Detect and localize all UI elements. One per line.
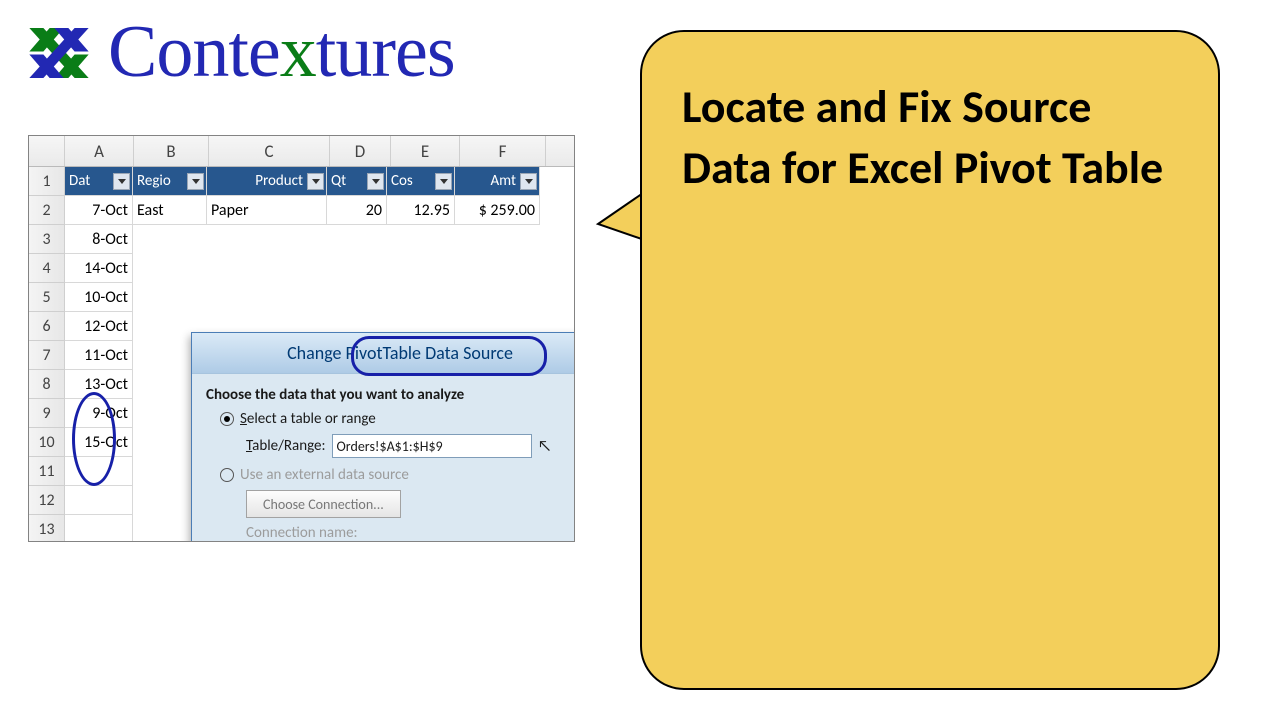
header-cell[interactable]: Cos xyxy=(387,167,455,196)
col-letter[interactable]: D xyxy=(330,136,391,166)
header-cell[interactable]: Amt xyxy=(455,167,540,196)
cell[interactable]: 7-Oct xyxy=(65,196,133,225)
cell[interactable]: 12.95 xyxy=(387,196,455,225)
cell[interactable]: $ 259.00 xyxy=(455,196,540,225)
cell[interactable]: 13-Oct xyxy=(65,370,133,399)
header-cell[interactable]: Qt xyxy=(327,167,387,196)
cell[interactable] xyxy=(65,515,133,542)
row-number[interactable]: 1 xyxy=(29,167,65,196)
dialog-title: Change PivotTable Data Source xyxy=(192,333,575,374)
select-all-cell[interactable] xyxy=(29,136,65,166)
table-row: 414-Oct xyxy=(29,254,574,283)
table-range-label: Table/Range: xyxy=(246,437,326,455)
table-row: 2 7-Oct East Paper 20 12.95 $ 259.00 xyxy=(29,196,574,225)
col-letter[interactable]: C xyxy=(209,136,330,166)
row-number[interactable]: 5 xyxy=(29,283,65,312)
header-cell[interactable]: Dat xyxy=(65,167,133,196)
option-select-range[interactable]: SSelect a table or rangeelect a table or… xyxy=(220,410,575,428)
row-number[interactable]: 2 xyxy=(29,196,65,225)
dialog-prompt: Choose the data that you want to analyze xyxy=(206,386,575,404)
cell[interactable]: Paper xyxy=(207,196,327,225)
option-external-source: Use an external data source xyxy=(220,466,575,484)
header-cell[interactable]: Regio xyxy=(133,167,207,196)
row-number[interactable]: 3 xyxy=(29,225,65,254)
option-label: Use an external data source xyxy=(240,466,409,484)
filter-dropdown-icon[interactable] xyxy=(435,173,452,190)
cell[interactable] xyxy=(65,486,133,515)
table-header-row: 1 Dat Regio Product Qt Cos Amt xyxy=(29,167,574,196)
row-number[interactable]: 7 xyxy=(29,341,65,370)
callout-text: Locate and Fix Source Data for Excel Piv… xyxy=(682,77,1178,198)
cell[interactable]: 10-Oct xyxy=(65,283,133,312)
filter-dropdown-icon[interactable] xyxy=(520,173,537,190)
connection-name-label: Connection name: xyxy=(246,524,575,542)
filter-dropdown-icon[interactable] xyxy=(367,173,384,190)
option-label: SSelect a table or rangeelect a table or… xyxy=(240,410,376,428)
row-number[interactable]: 13 xyxy=(29,515,65,542)
brand-logo: Contextures xyxy=(20,10,455,95)
radio-icon xyxy=(220,468,234,482)
row-number[interactable]: 11 xyxy=(29,457,65,486)
cursor-icon: ↖ xyxy=(538,437,552,456)
cell[interactable]: East xyxy=(133,196,207,225)
cell[interactable]: 8-Oct xyxy=(65,225,133,254)
col-letter[interactable]: A xyxy=(65,136,134,166)
change-data-source-dialog: Change PivotTable Data Source Choose the… xyxy=(191,332,575,542)
filter-dropdown-icon[interactable] xyxy=(113,173,130,190)
cell[interactable]: 15-Oct xyxy=(65,428,133,457)
col-letter[interactable]: E xyxy=(391,136,460,166)
filter-dropdown-icon[interactable] xyxy=(187,173,204,190)
table-range-row: Table/Range: Orders!$A$1:$H$9 ↖ xyxy=(246,434,575,458)
excel-thumbnail: A B C D E F 1 Dat Regio Product Qt Cos A… xyxy=(28,135,575,542)
row-number[interactable]: 12 xyxy=(29,486,65,515)
col-letter[interactable]: F xyxy=(460,136,546,166)
cell[interactable]: 11-Oct xyxy=(65,341,133,370)
cell[interactable] xyxy=(65,457,133,486)
radio-icon xyxy=(220,412,234,426)
hatch-icon xyxy=(20,14,98,92)
row-number[interactable]: 10 xyxy=(29,428,65,457)
table-range-input[interactable]: Orders!$A$1:$H$9 xyxy=(332,434,532,458)
column-header-row: A B C D E F xyxy=(29,136,574,167)
row-number[interactable]: 9 xyxy=(29,399,65,428)
col-letter[interactable]: B xyxy=(134,136,209,166)
callout-bubble: Locate and Fix Source Data for Excel Piv… xyxy=(640,30,1220,690)
row-number[interactable]: 6 xyxy=(29,312,65,341)
row-number[interactable]: 8 xyxy=(29,370,65,399)
table-row: 38-Oct xyxy=(29,225,574,254)
table-row: 510-Oct xyxy=(29,283,574,312)
cell[interactable]: 14-Oct xyxy=(65,254,133,283)
brand-title: Contextures xyxy=(108,10,455,95)
cell[interactable]: 12-Oct xyxy=(65,312,133,341)
filter-dropdown-icon[interactable] xyxy=(307,173,324,190)
header-cell[interactable]: Product xyxy=(207,167,327,196)
cell[interactable]: 20 xyxy=(327,196,387,225)
cell[interactable]: 9-Oct xyxy=(65,399,133,428)
row-number[interactable]: 4 xyxy=(29,254,65,283)
choose-connection-button: Choose Connection... xyxy=(246,490,401,518)
